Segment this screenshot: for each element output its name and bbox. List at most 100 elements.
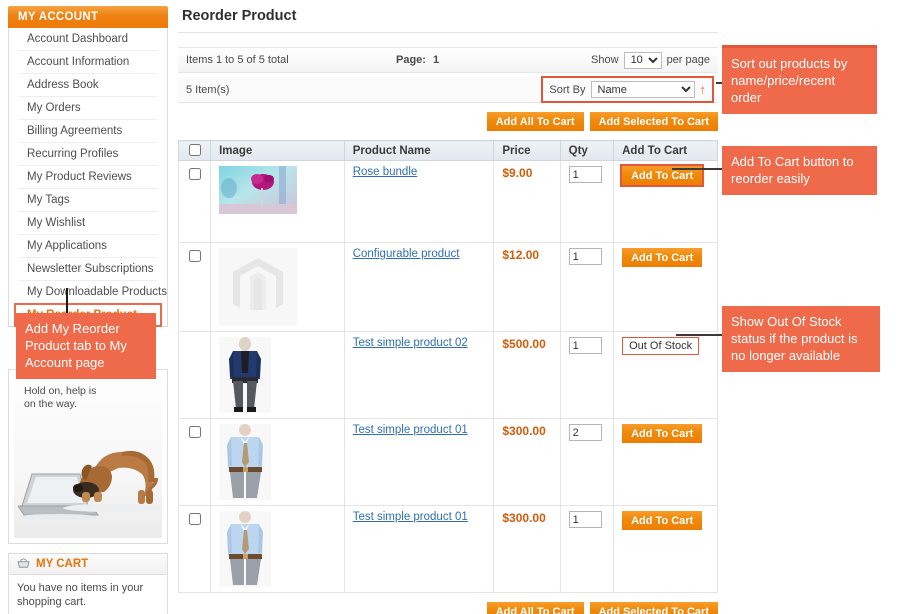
- header-product-name: Product Name: [343, 140, 495, 161]
- product-image-cell: [210, 505, 345, 593]
- sidebar-item-my-wishlist[interactable]: My Wishlist: [19, 212, 157, 235]
- sort-by-label: Sort By: [549, 83, 586, 96]
- product-thumbnail[interactable]: [219, 424, 272, 500]
- add-to-cart-button[interactable]: Add To Cart: [622, 424, 703, 443]
- product-price-cell: $9.00: [493, 160, 561, 243]
- promo-banner[interactable]: Hold on, help is on the way.: [8, 369, 168, 544]
- product-thumbnail[interactable]: [219, 248, 298, 326]
- sidebar-item-account-dashboard[interactable]: Account Dashboard: [19, 28, 157, 51]
- table-row: Test simple product 01 $300.00 Add To Cart: [177, 418, 718, 506]
- add-selected-to-cart-button-bottom[interactable]: Add Selected To Cart: [589, 602, 718, 614]
- sidebar-item-recurring-profiles[interactable]: Recurring Profiles: [19, 143, 157, 166]
- qty-input[interactable]: [568, 248, 602, 265]
- product-action-cell: Add To Cart: [613, 418, 718, 506]
- product-price: $500.00: [502, 337, 546, 351]
- sidebar-item-newsletter-subscriptions[interactable]: Newsletter Subscriptions: [19, 258, 157, 281]
- sidebar-item-address-book[interactable]: Address Book: [19, 74, 157, 97]
- qty-input[interactable]: [568, 337, 602, 354]
- add-to-cart-wrapper: Add To Cart: [622, 248, 703, 267]
- product-price: $300.00: [502, 511, 546, 525]
- product-qty-cell: [559, 160, 615, 243]
- product-action-cell: Add To Cart: [613, 242, 718, 332]
- header-image: Image: [210, 140, 345, 161]
- out-of-stock-status: Out Of Stock: [622, 337, 700, 355]
- product-name-cell: Configurable product: [343, 242, 495, 332]
- pager-toolbar: Items 1 to 5 of 5 total Page: 1 Show 102…: [178, 47, 718, 73]
- product-name-link[interactable]: Test simple product 01: [353, 424, 468, 436]
- connector-out-of-stock: [676, 334, 724, 336]
- sort-by-select[interactable]: NamePriceRecent Order: [590, 81, 695, 98]
- qty-input[interactable]: [568, 166, 602, 183]
- callout-sort: Sort out products by name/price/recent o…: [722, 45, 877, 114]
- header-qty: Qty: [559, 140, 615, 161]
- page-title: Reorder Product: [178, 0, 718, 33]
- sidebar-item-account-information[interactable]: Account Information: [19, 51, 157, 74]
- product-price: $12.00: [502, 248, 540, 262]
- sidebar: MY ACCOUNT Account Dashboard Account Info…: [8, 6, 168, 614]
- callout-add-to-cart: Add To Cart button to reorder easily: [722, 146, 877, 195]
- product-name-cell: Test simple product 01: [343, 418, 495, 506]
- add-all-to-cart-button-bottom[interactable]: Add All To Cart: [486, 602, 584, 614]
- sidebar-item-billing-agreements[interactable]: Billing Agreements: [19, 120, 157, 143]
- pager-pages: Page: 1: [396, 54, 591, 66]
- row-select-checkbox[interactable]: [188, 250, 201, 262]
- product-qty-cell: [559, 505, 615, 593]
- bottom-action-buttons: Add All To Cart Add Selected To Cart: [178, 593, 718, 614]
- qty-input[interactable]: [568, 424, 602, 441]
- row-select-checkbox[interactable]: [188, 513, 201, 525]
- per-page-label: per page: [666, 54, 710, 66]
- callout-reorder-tab: Add My Reorder Product tab to My Account…: [16, 313, 156, 379]
- add-to-cart-button[interactable]: Add To Cart: [622, 248, 703, 267]
- qty-input[interactable]: [568, 511, 602, 528]
- sidebar-item-my-tags[interactable]: My Tags: [19, 189, 157, 212]
- select-all-checkbox[interactable]: [188, 144, 201, 156]
- pager-amount: Items 1 to 5 of 5 total: [186, 54, 289, 66]
- dog-illustration: [63, 450, 159, 512]
- product-action-cell: Add To Cart: [613, 505, 718, 593]
- pager-limiter: Show 102050 per page: [591, 51, 710, 69]
- add-to-cart-button[interactable]: Add To Cart: [622, 511, 703, 530]
- table-row: Test simple product 01 $300.00 Add To Cart: [177, 505, 718, 593]
- row-select-cell: [177, 331, 212, 419]
- sidebar-item-my-orders[interactable]: My Orders: [19, 97, 157, 120]
- product-thumbnail[interactable]: [219, 337, 272, 413]
- sidebar-item-my-downloadable-products[interactable]: My Downloadable Products: [19, 281, 167, 304]
- row-select-checkbox[interactable]: [188, 426, 201, 438]
- row-select-checkbox[interactable]: [188, 168, 201, 180]
- product-name-link[interactable]: Test simple product 01: [353, 511, 468, 523]
- sorter-toolbar: 5 Item(s) Sort By NamePriceRecent Order …: [178, 76, 718, 103]
- table-header-row: Image Product Name Price Qty Add To Cart: [177, 140, 718, 161]
- row-select-cell: [177, 418, 212, 506]
- product-name-cell: Test simple product 01: [343, 505, 495, 593]
- product-image-cell: [210, 160, 345, 243]
- main-content: Reorder Product Items 1 to 5 of 5 total …: [177, 0, 718, 614]
- my-account-nav-list: Account Dashboard Account Information Addr…: [8, 28, 168, 327]
- promo-banner-block[interactable]: Hold on, help is on the way.: [8, 369, 168, 544]
- add-selected-to-cart-button-top[interactable]: Add Selected To Cart: [589, 112, 718, 131]
- my-cart-block: MY CART You have no items in your shoppi…: [8, 553, 168, 614]
- sidebar-item-my-applications[interactable]: My Applications: [19, 235, 157, 258]
- product-name-link[interactable]: Configurable product: [353, 248, 460, 260]
- add-to-cart-wrapper: Add To Cart: [622, 424, 703, 443]
- add-to-cart-wrapper: Add To Cart: [622, 511, 703, 530]
- product-action-cell: Out Of Stock: [613, 331, 718, 419]
- sort-direction-arrow-up-icon[interactable]: ↑: [700, 83, 707, 96]
- product-price-cell: $300.00: [493, 505, 561, 593]
- products-table: Image Product Name Price Qty Add To Cart…: [177, 140, 718, 593]
- product-name-link[interactable]: Test simple product 02: [353, 337, 468, 349]
- table-row: Rose bundle $9.00 Add To Cart: [177, 160, 718, 243]
- product-image-cell: [210, 331, 345, 419]
- promo-line-1: Hold on, help is: [24, 385, 97, 397]
- product-thumbnail[interactable]: [219, 511, 272, 587]
- table-row: Test simple product 02 $500.00 Out Of Stoc…: [177, 331, 718, 419]
- sidebar-item-my-product-reviews[interactable]: My Product Reviews: [19, 166, 157, 189]
- product-price-cell: $300.00: [493, 418, 561, 506]
- product-name-link[interactable]: Rose bundle: [353, 166, 418, 178]
- promo-banner-text: Hold on, help is on the way.: [24, 385, 96, 411]
- per-page-select[interactable]: 102050: [623, 51, 662, 69]
- products-table-body: Rose bundle $9.00 Add To Cart Configurable …: [177, 160, 718, 593]
- product-thumbnail[interactable]: [219, 166, 298, 214]
- add-all-to-cart-button-top[interactable]: Add All To Cart: [486, 112, 584, 131]
- product-qty-cell: [559, 418, 615, 506]
- connector-add-to-cart: [672, 168, 724, 170]
